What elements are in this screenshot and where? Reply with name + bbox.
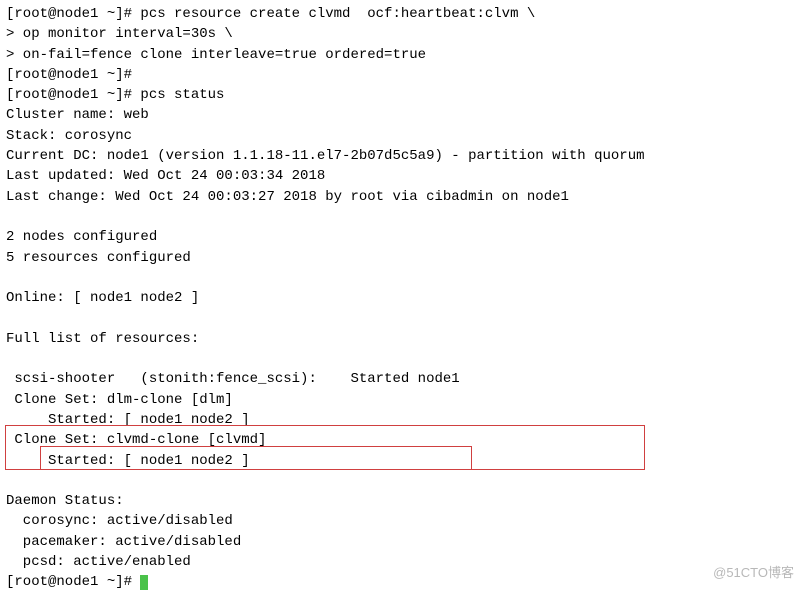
prompt-text: [root@node1 ~]# xyxy=(6,574,140,590)
output-blank xyxy=(6,471,794,491)
output-cluster-name: Cluster name: web xyxy=(6,105,794,125)
output-pacemaker: pacemaker: active/disabled xyxy=(6,532,794,552)
prompt-active[interactable]: [root@node1 ~]# xyxy=(6,572,794,592)
prompt-command: [root@node1 ~]# pcs status xyxy=(6,85,794,105)
output-dlm-started: Started: [ node1 node2 ] xyxy=(6,410,794,430)
output-scsi-shooter: scsi-shooter (stonith:fence_scsi): Start… xyxy=(6,369,794,389)
output-online: Online: [ node1 node2 ] xyxy=(6,288,794,308)
output-stack: Stack: corosync xyxy=(6,126,794,146)
continuation-line: > op monitor interval=30s \ xyxy=(6,24,794,44)
output-clvmd-started: Started: [ node1 node2 ] xyxy=(6,451,794,471)
cursor-block xyxy=(140,575,148,590)
output-clvmd-clone-set: Clone Set: clvmd-clone [clvmd] xyxy=(6,430,794,450)
output-pcsd: pcsd: active/enabled xyxy=(6,552,794,572)
output-daemon-status: Daemon Status: xyxy=(6,491,794,511)
terminal-output: [root@node1 ~]# pcs resource create clvm… xyxy=(6,4,794,593)
continuation-line: > on-fail=fence clone interleave=true or… xyxy=(6,45,794,65)
output-last-change: Last change: Wed Oct 24 00:03:27 2018 by… xyxy=(6,187,794,207)
prompt-command: [root@node1 ~]# pcs resource create clvm… xyxy=(6,4,794,24)
output-blank xyxy=(6,207,794,227)
output-blank xyxy=(6,308,794,328)
output-nodes-configured: 2 nodes configured xyxy=(6,227,794,247)
watermark-text: @51CTO博客 xyxy=(713,564,794,583)
output-resources-header: Full list of resources: xyxy=(6,329,794,349)
output-last-updated: Last updated: Wed Oct 24 00:03:34 2018 xyxy=(6,166,794,186)
output-blank xyxy=(6,349,794,369)
output-blank xyxy=(6,268,794,288)
output-corosync: corosync: active/disabled xyxy=(6,511,794,531)
output-resources-configured: 5 resources configured xyxy=(6,248,794,268)
prompt-empty: [root@node1 ~]# xyxy=(6,65,794,85)
output-current-dc: Current DC: node1 (version 1.1.18-11.el7… xyxy=(6,146,794,166)
output-dlm-clone-set: Clone Set: dlm-clone [dlm] xyxy=(6,390,794,410)
